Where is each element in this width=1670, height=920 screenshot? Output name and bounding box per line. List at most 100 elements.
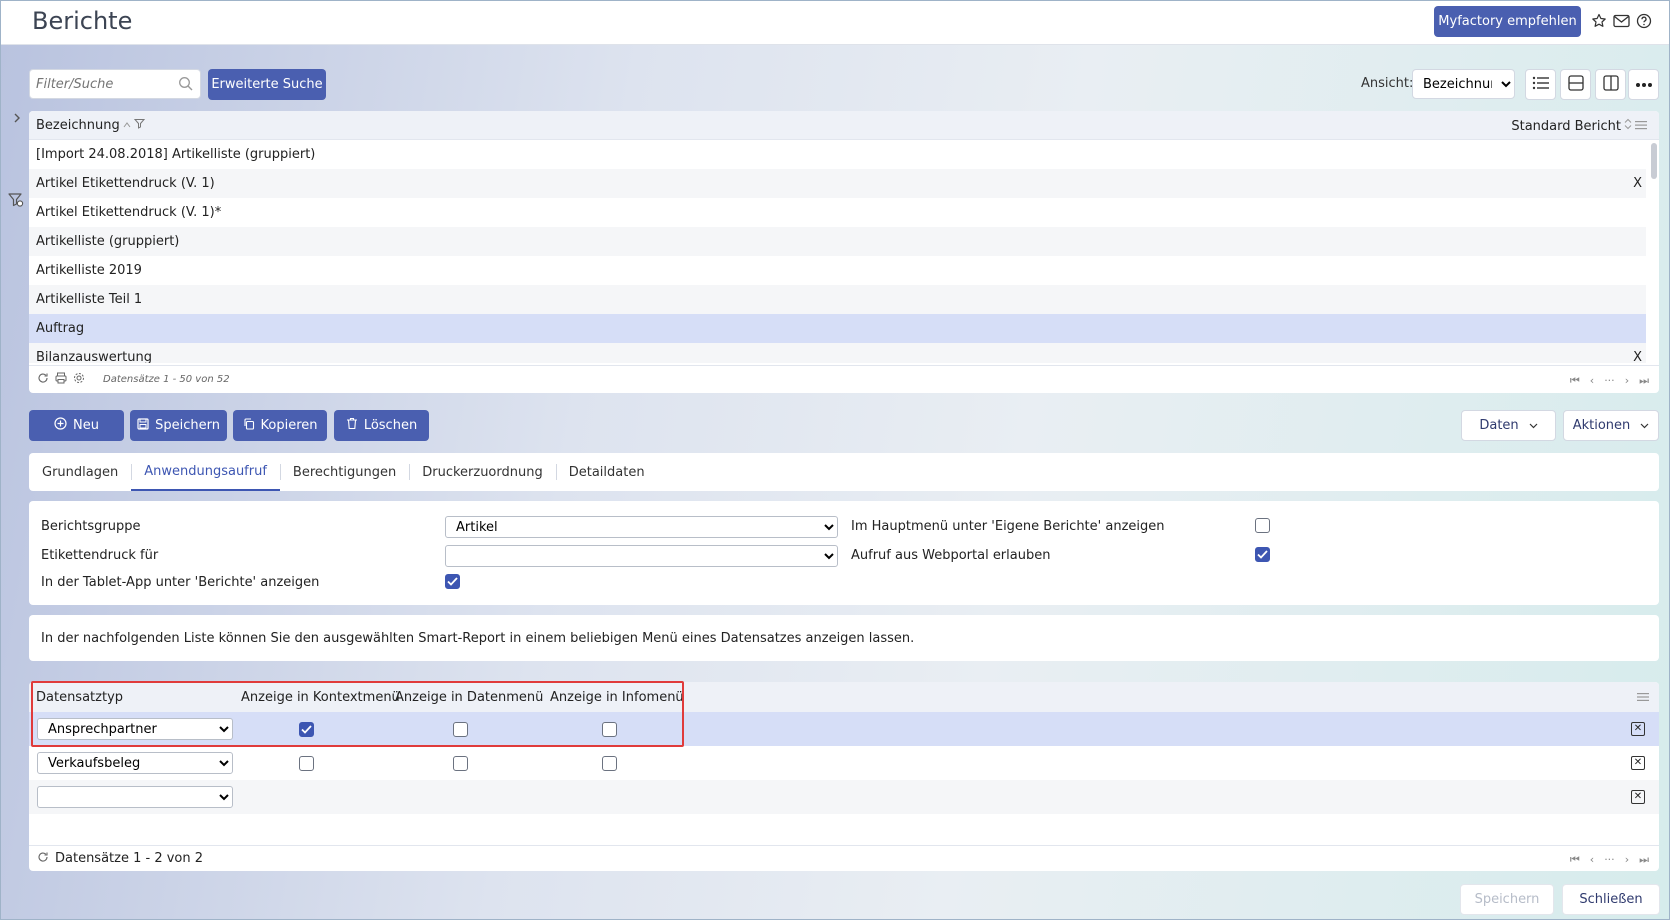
page-header: Berichte Myfactory empfehlen — [1, 1, 1669, 45]
last-page-icon[interactable]: ⏭ — [1639, 853, 1649, 867]
column-header-kontextmenue: Anzeige in Kontextmenü — [241, 690, 400, 705]
trash-icon — [346, 417, 358, 434]
context-menu-checkbox[interactable] — [299, 756, 314, 771]
delete-label: Löschen — [363, 418, 418, 433]
record-count: Datensätze 1 - 2 von 2 — [55, 851, 204, 866]
tablet-checkbox[interactable] — [445, 574, 460, 589]
column-header-bezeichnung[interactable]: Bezeichnung — [36, 118, 145, 133]
recommend-button[interactable]: Myfactory empfehlen — [1434, 6, 1581, 37]
list-view-icon — [1532, 75, 1550, 95]
table-row[interactable]: Artikel Etikettendruck (V. 1) X — [29, 169, 1646, 198]
list-view-button[interactable] — [1525, 69, 1556, 100]
row-name: Artikelliste (gruppiert) — [36, 234, 180, 249]
last-page-icon[interactable]: ⏭ — [1639, 374, 1649, 388]
scrollbar-thumb[interactable] — [1651, 143, 1657, 179]
refresh-icon[interactable] — [37, 851, 49, 867]
close-button[interactable]: Schließen — [1562, 884, 1660, 915]
column-header-standard[interactable]: Standard Bericht — [1511, 118, 1647, 134]
advanced-search-button[interactable]: Erweiterte Suche — [208, 69, 326, 100]
sort-asc-icon[interactable] — [123, 118, 131, 133]
sidebar-expand-icon[interactable] — [10, 111, 24, 125]
star-icon[interactable] — [1590, 12, 1608, 30]
split-vertical-icon — [1602, 74, 1620, 96]
record-type-select[interactable]: Ansprechpartner — [37, 718, 233, 740]
delete-button[interactable]: Löschen — [334, 410, 429, 441]
table-row-selected[interactable]: Ansprechpartner ✕ — [29, 712, 1659, 746]
copy-button[interactable]: Kopieren — [233, 410, 327, 441]
data-menu-checkbox[interactable] — [453, 722, 468, 737]
column-header-infomenue: Anzeige in Infomenü — [550, 690, 684, 705]
refresh-icon[interactable] — [37, 372, 49, 388]
table-row[interactable]: Artikel Etikettendruck (V. 1)* — [29, 198, 1646, 227]
info-menu-checkbox[interactable] — [602, 722, 617, 737]
data-menu-label: Daten — [1479, 418, 1519, 433]
data-menu-button[interactable]: Daten — [1461, 410, 1556, 441]
mail-icon[interactable] — [1612, 12, 1630, 30]
save-button[interactable]: Speichern — [130, 410, 227, 441]
split-horizontal-button[interactable] — [1560, 69, 1591, 100]
column-menu-icon[interactable] — [1637, 690, 1649, 701]
split-horizontal-icon — [1567, 74, 1585, 96]
table-row[interactable]: Bilanzauswertung X — [29, 343, 1646, 363]
copy-icon — [243, 417, 255, 434]
save-label: Speichern — [155, 418, 220, 433]
info-menu-checkbox[interactable] — [602, 756, 617, 771]
data-menu-checkbox[interactable] — [453, 756, 468, 771]
more-options-button[interactable] — [1628, 69, 1659, 100]
split-vertical-button[interactable] — [1595, 69, 1626, 100]
gear-icon[interactable] — [73, 372, 85, 388]
table-row[interactable]: Artikelliste Teil 1 — [29, 285, 1646, 314]
help-icon[interactable] — [1635, 12, 1653, 30]
table-row[interactable]: Verkaufsbeleg ✕ — [29, 746, 1659, 780]
prev-page-icon[interactable]: ‹ — [1590, 374, 1594, 388]
footer-save-button[interactable]: Speichern — [1460, 884, 1554, 915]
next-page-icon[interactable]: › — [1625, 374, 1629, 388]
report-group-select[interactable]: Artikel — [445, 516, 838, 538]
record-grid-footer: Datensätze 1 - 2 von 2 ⏮ ‹ ··· › ⏭ — [29, 845, 1659, 871]
filter-icon[interactable] — [133, 118, 145, 133]
tab-grundlagen[interactable]: Grundlagen — [29, 453, 131, 491]
delete-row-icon[interactable]: ✕ — [1631, 722, 1645, 736]
next-page-icon[interactable]: › — [1625, 853, 1629, 867]
first-page-icon[interactable]: ⏮ — [1570, 853, 1580, 867]
record-type-select[interactable]: Verkaufsbeleg — [37, 752, 233, 774]
record-count: Datensätze 1 - 50 von 52 — [103, 374, 230, 385]
chevron-down-icon — [1529, 418, 1538, 433]
copy-label: Kopieren — [260, 418, 318, 433]
row-standard: X — [1633, 176, 1642, 191]
table-row[interactable]: [Import 24.08.2018] Artikelliste (gruppi… — [29, 140, 1646, 169]
table-row[interactable]: ✕ — [29, 780, 1659, 814]
row-name: Artikel Etikettendruck (V. 1) — [36, 176, 215, 191]
view-select[interactable]: Bezeichnung — [1412, 69, 1515, 99]
tab-druckerzuordnung[interactable]: Druckerzuordnung — [409, 453, 556, 491]
tab-detaildaten[interactable]: Detaildaten — [555, 453, 658, 491]
first-page-icon[interactable]: ⏮ — [1570, 374, 1580, 388]
sort-icon[interactable] — [1624, 118, 1632, 134]
filter-settings-icon[interactable] — [7, 191, 25, 209]
delete-row-icon[interactable]: ✕ — [1631, 790, 1645, 804]
tablet-label: In der Tablet-App unter 'Berichte' anzei… — [41, 575, 320, 590]
table-row[interactable]: Artikelliste (gruppiert) — [29, 227, 1646, 256]
actions-menu-button[interactable]: Aktionen — [1563, 410, 1659, 441]
record-type-select[interactable] — [37, 786, 233, 808]
tab-berechtigungen[interactable]: Berechtigungen — [279, 453, 409, 491]
column-menu-icon[interactable] — [1635, 119, 1647, 134]
column-header-datenmenue: Anzeige in Datenmenü — [395, 690, 544, 705]
new-button[interactable]: Neu — [29, 410, 124, 441]
webportal-checkbox[interactable] — [1255, 547, 1270, 562]
print-icon[interactable] — [55, 372, 67, 388]
table-row-selected[interactable]: Auftrag — [29, 314, 1646, 343]
settings-form: Berichtsgruppe Artikel Im Hauptmenü unte… — [29, 501, 1659, 605]
pager: ⏮ ‹ ··· › ⏭ — [1570, 853, 1649, 867]
search-icon[interactable] — [178, 76, 194, 92]
label-print-select[interactable] — [445, 545, 838, 567]
prev-page-icon[interactable]: ‹ — [1590, 853, 1594, 867]
context-menu-checkbox[interactable] — [299, 722, 314, 737]
delete-row-icon[interactable]: ✕ — [1631, 756, 1645, 770]
column-header-datensatztyp: Datensatztyp — [36, 690, 124, 705]
table-row[interactable]: Artikelliste 2019 — [29, 256, 1646, 285]
list-scrollbar[interactable] — [1651, 141, 1657, 363]
search-input[interactable] — [30, 70, 170, 98]
tab-anwendungsaufruf[interactable]: Anwendungsaufruf — [131, 453, 280, 491]
main-menu-checkbox[interactable] — [1255, 518, 1270, 533]
